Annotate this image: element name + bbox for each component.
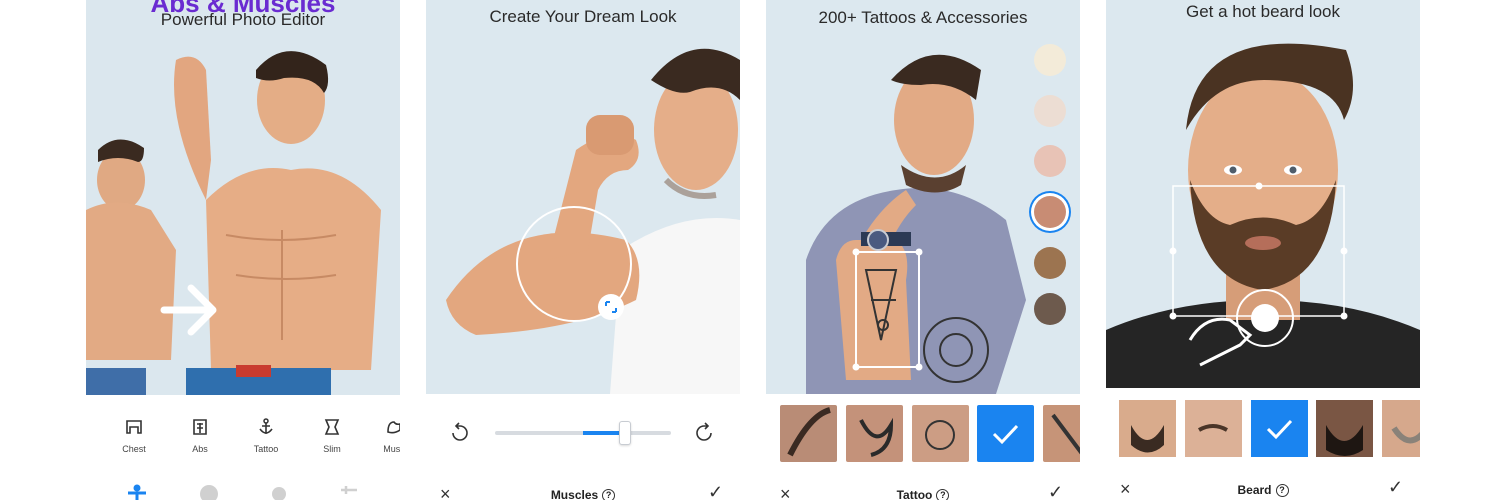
tool-label: Abs: [192, 444, 208, 454]
redo-icon[interactable]: [692, 421, 716, 445]
muscles-icon: [387, 421, 400, 434]
photo-bicep: [426, 0, 740, 394]
slim-icon: [324, 419, 340, 435]
slider-fill: [583, 431, 621, 435]
tool-label: Tattoo: [253, 444, 279, 454]
tool-slim[interactable]: Slim: [304, 418, 360, 454]
tattoo-thumb[interactable]: [912, 405, 969, 462]
abs-icon: [193, 419, 207, 435]
tattoo-thumb[interactable]: [846, 405, 903, 462]
tattooed-man-image: [766, 0, 1080, 394]
subtitle: Get a hot beard look: [1185, 2, 1341, 21]
panel-beard: Get a hot beard look × Beard? ✓: [1106, 0, 1420, 500]
color-swatch[interactable]: [1034, 293, 1066, 325]
photo-beard: [1106, 0, 1420, 388]
color-swatch-selected[interactable]: [1034, 196, 1066, 228]
subtitle: Powerful Photo Editor: [160, 10, 326, 29]
tool-label: Slim: [323, 444, 341, 454]
help-icon[interactable]: ?: [602, 489, 616, 500]
anchor-icon: [259, 418, 273, 434]
panel-muscles: Create Your Dream Look × Muscles? ✓: [426, 0, 740, 500]
toolbar-title-label: Tattoo: [896, 488, 933, 500]
check-icon[interactable]: ✓: [708, 482, 723, 500]
beard-thumb[interactable]: [1185, 400, 1242, 457]
adjust-icon[interactable]: [338, 484, 360, 500]
toolbar-title: Muscles?: [426, 488, 740, 500]
body-icon[interactable]: [126, 484, 148, 500]
tool-abs[interactable]: Abs: [172, 418, 228, 454]
slider-handle[interactable]: [619, 421, 631, 445]
tattoo-thumb-selected[interactable]: [977, 405, 1034, 462]
photo-tattoo: [766, 0, 1080, 394]
beard-thumb[interactable]: [1119, 400, 1176, 457]
beard-thumb-selected[interactable]: [1251, 400, 1308, 457]
color-swatch[interactable]: [1034, 95, 1066, 127]
face-icon[interactable]: [198, 484, 220, 500]
panel-tattoo: 200+ Tattoos & Accessories × Tattoo? ✓: [766, 0, 1080, 500]
undo-icon[interactable]: [448, 421, 472, 445]
color-swatch[interactable]: [1034, 44, 1066, 76]
panel-abs-muscles: Abs & Muscles Powerful Photo Editor Ches…: [86, 0, 400, 500]
muscles-slider[interactable]: [495, 421, 671, 445]
tool-chest[interactable]: Chest: [106, 418, 162, 454]
bearded-man-image: [1106, 0, 1420, 388]
flexing-man-image: [426, 0, 740, 394]
tool-muscles[interactable]: Musc: [366, 418, 400, 454]
tattoo-thumb[interactable]: [780, 405, 837, 462]
shirtless-man-image: [86, 0, 400, 395]
subtitle: Create Your Dream Look: [489, 7, 677, 26]
help-icon[interactable]: ?: [1275, 484, 1289, 498]
toolbar-title-label: Muscles: [550, 488, 599, 500]
photo-before-after: [86, 0, 400, 395]
tool-tattoo[interactable]: Tattoo: [238, 418, 294, 454]
color-swatch[interactable]: [1034, 145, 1066, 177]
beard-thumb[interactable]: [1382, 400, 1420, 457]
help-icon[interactable]: ?: [936, 489, 950, 500]
tool-label: Chest: [122, 444, 146, 454]
hair-icon[interactable]: [268, 484, 290, 500]
tattoo-thumb[interactable]: [1043, 405, 1080, 462]
chest-icon: [126, 420, 142, 434]
check-icon[interactable]: ✓: [1388, 477, 1403, 498]
check-icon[interactable]: ✓: [1048, 482, 1063, 500]
subtitle: 200+ Tattoos & Accessories: [818, 8, 1028, 27]
toolbar-title-label: Beard: [1237, 483, 1272, 497]
color-swatch[interactable]: [1034, 247, 1066, 279]
beard-thumb[interactable]: [1316, 400, 1373, 457]
tool-label: Musc: [383, 444, 400, 454]
toolbar-title: Beard?: [1106, 483, 1420, 498]
toolbar-title: Tattoo?: [766, 488, 1080, 500]
